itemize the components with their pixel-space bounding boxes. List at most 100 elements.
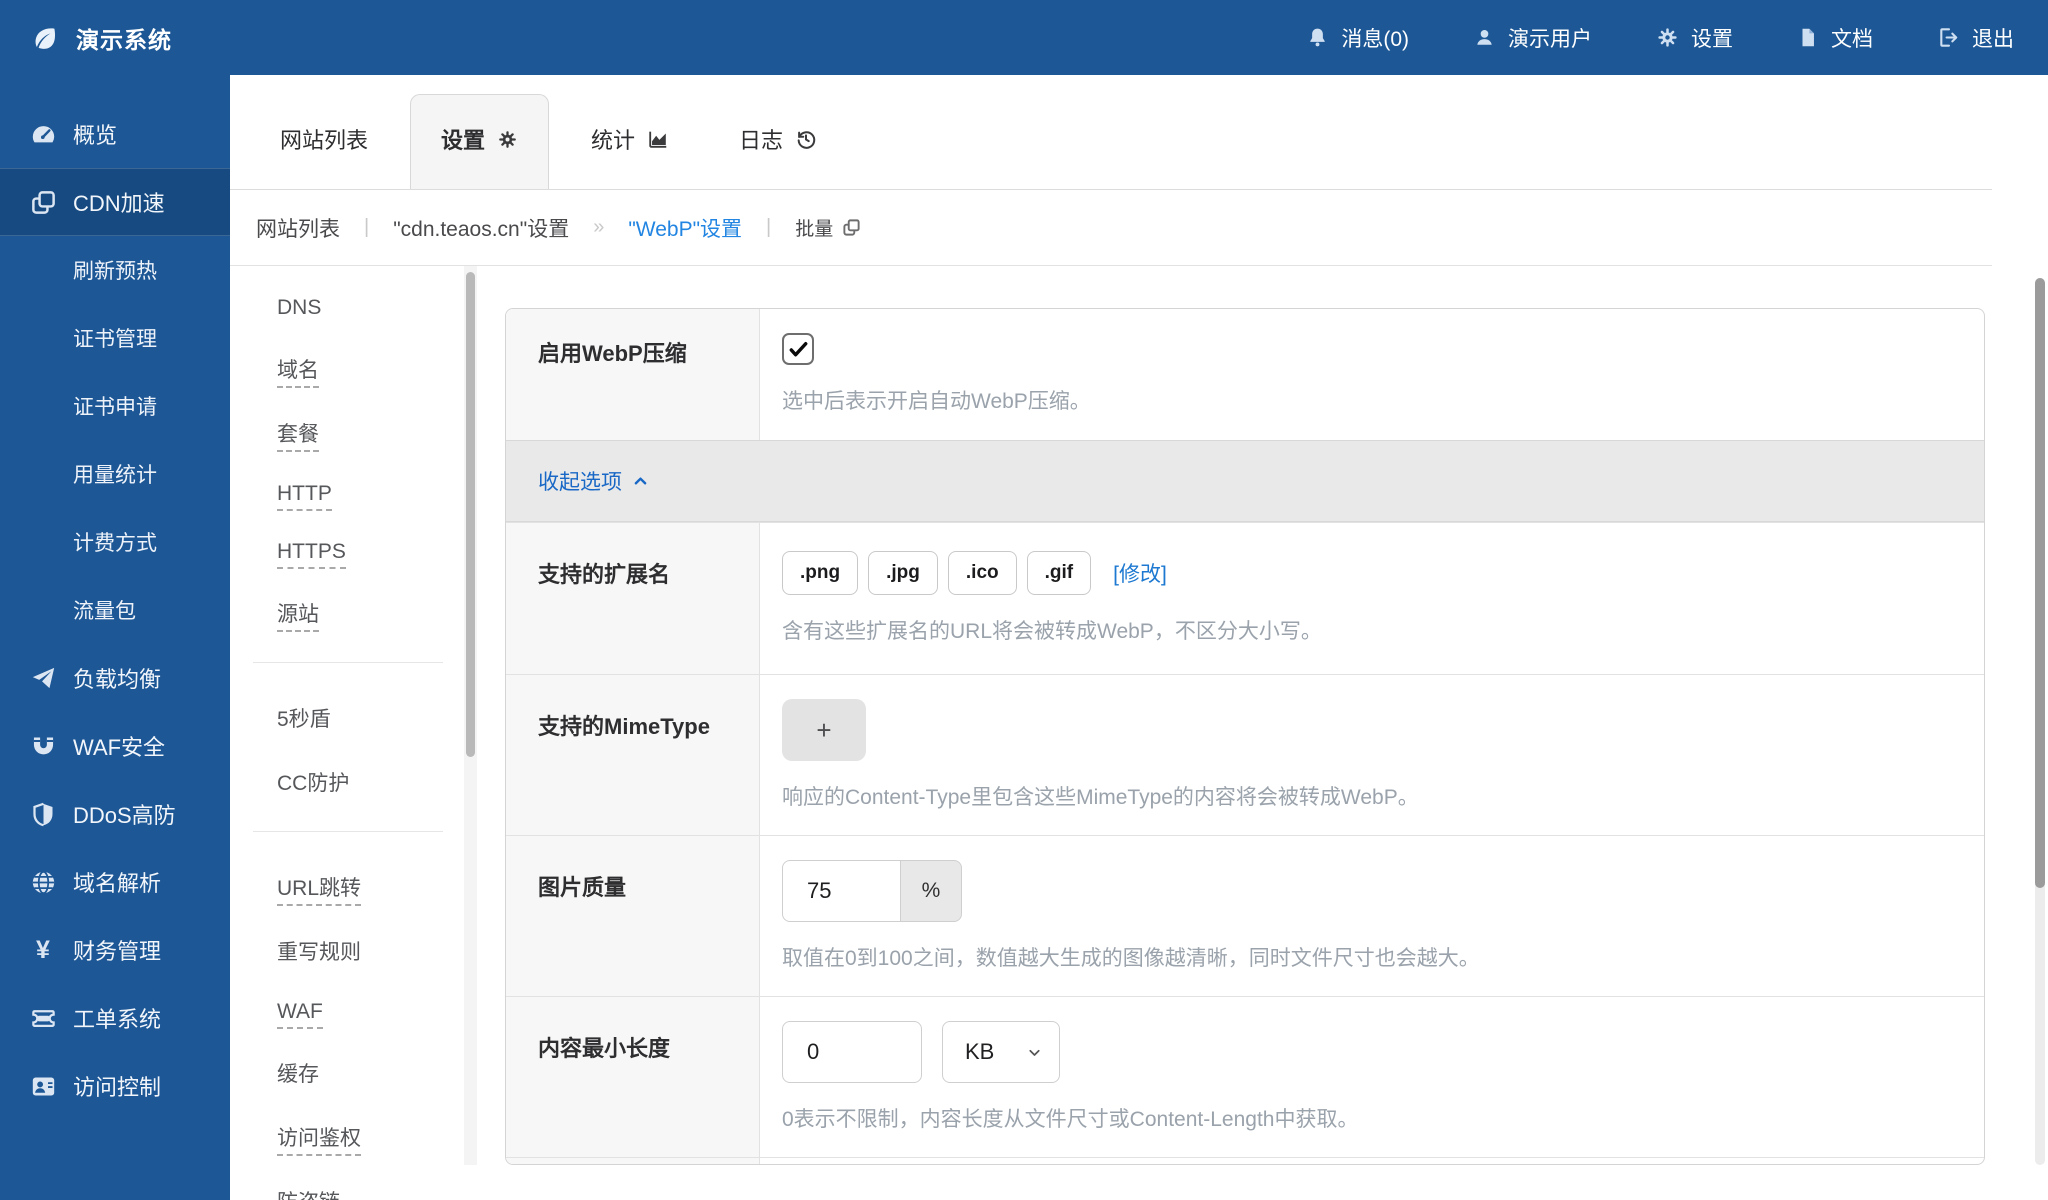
submenu-scrollbar[interactable] (464, 266, 477, 1165)
sidebar-item-finance[interactable]: ¥ 财务管理 (0, 916, 230, 984)
submenu-item-label: 访问鉴权 (277, 1127, 361, 1156)
sidebar-item-label: 访问控制 (73, 1070, 161, 1102)
tab-logs[interactable]: 日志 (711, 123, 845, 189)
tab-label: 统计 (591, 123, 635, 155)
ticket-icon (28, 1005, 58, 1032)
form-row-extensions: 支持的扩展名 .png .jpg .ico .gif [修改] 含有这些扩展名的… (506, 522, 1984, 674)
topbar-logout[interactable]: 退出 (1937, 23, 2014, 53)
brand-name: 演示系统 (76, 21, 172, 55)
topbar-logout-label: 退出 (1972, 23, 2014, 53)
page-scrollbar[interactable] (2035, 278, 2045, 1165)
submenu-item-label: 套餐 (277, 423, 319, 452)
submenu-item-label: WAF (277, 1000, 323, 1029)
sidebar-item-cert-manage[interactable]: 证书管理 (0, 304, 230, 372)
submenu-item-url-redirect[interactable]: URL跳转 (277, 872, 464, 902)
sidebar-item-label: 域名解析 (73, 866, 161, 898)
sidebar-item-label: 负载均衡 (73, 662, 161, 694)
topbar-docs[interactable]: 文档 (1797, 23, 1873, 53)
sidebar-item-access-control[interactable]: 访问控制 (0, 1052, 230, 1120)
chevron-down-icon (1026, 1044, 1043, 1061)
sidebar-item-waf[interactable]: WAF安全 (0, 712, 230, 780)
sidebar-item-load-balancer[interactable]: 负载均衡 (0, 644, 230, 712)
submenu-item-5s-shield[interactable]: 5秒盾 (277, 703, 464, 733)
submenu-item-https[interactable]: HTTPS (277, 540, 464, 564)
gear-icon (1656, 26, 1679, 49)
enable-webp-checkbox[interactable] (782, 333, 814, 365)
breadcrumb-website-list[interactable]: 网站列表 (256, 213, 340, 243)
modify-extensions-link[interactable]: [修改] (1113, 558, 1167, 588)
form-label: 内容最小长度 (506, 997, 760, 1157)
submenu-item-label: HTTPS (277, 540, 346, 569)
topbar-user-label: 演示用户 (1508, 23, 1592, 53)
sidebar-item-cert-apply[interactable]: 证书申请 (0, 372, 230, 440)
sidebar-item-tickets[interactable]: 工单系统 (0, 984, 230, 1052)
dashboard-icon (28, 121, 58, 148)
breadcrumb-site-settings[interactable]: "cdn.teaos.cn"设置 (393, 213, 569, 243)
quality-input[interactable] (782, 860, 900, 922)
min-length-unit-select[interactable]: KB (942, 1021, 1060, 1083)
form-label: 支持的MimeType (506, 675, 760, 835)
sidebar-item-label: CDN加速 (73, 186, 165, 218)
submenu-item-plan[interactable]: 套餐 (277, 418, 464, 448)
sidebar: 概览 CDN加速 刷新预热 证书管理 证书申请 用量统计 计费方式 流量包 负载… (0, 75, 230, 1200)
clone-icon (28, 189, 58, 216)
user-icon (1473, 26, 1496, 49)
tab-statistics[interactable]: 统计 (563, 123, 697, 189)
topbar-settings[interactable]: 设置 (1656, 23, 1733, 53)
topbar-docs-label: 文档 (1831, 23, 1873, 53)
submenu-scrollbar-thumb[interactable] (466, 272, 475, 757)
sidebar-item-traffic-package[interactable]: 流量包 (0, 576, 230, 644)
sidebar-item-label: 计费方式 (73, 527, 157, 557)
breadcrumb-webp-settings[interactable]: "WebP"设置 (628, 213, 742, 243)
min-length-unit-value: KB (965, 1039, 994, 1065)
page-scrollbar-thumb[interactable] (2035, 278, 2045, 888)
submenu-item-label: DNS (277, 296, 321, 319)
sidebar-item-label: 财务管理 (73, 934, 161, 966)
tab-settings[interactable]: 设置 (410, 94, 549, 189)
app-window: 演示系统 消息(0) 演示用户 设置 (0, 0, 2048, 1200)
submenu-item-label: 源站 (277, 603, 319, 632)
sidebar-item-refresh-preheat[interactable]: 刷新预热 (0, 236, 230, 304)
settings-submenu: DNS 域名 套餐 HTTP HTTPS 源站 5秒盾 CC防护 URL跳转 重… (230, 266, 464, 1200)
sidebar-item-label: 证书申请 (73, 391, 157, 421)
sidebar-item-usage-stats[interactable]: 用量统计 (0, 440, 230, 508)
brand[interactable]: 演示系统 (0, 21, 172, 55)
submenu-item-dns[interactable]: DNS (277, 296, 464, 320)
sidebar-item-ddos[interactable]: DDoS高防 (0, 780, 230, 848)
form-row-enable-webp: 启用WebP压缩 选中后表示开启自动WebP压缩。 (506, 309, 1984, 440)
form-label: 图片质量 (506, 836, 760, 996)
submenu-item-cache[interactable]: 缓存 (277, 1058, 464, 1088)
area-chart-icon (647, 128, 669, 150)
breadcrumb-separator: | (766, 216, 771, 239)
topbar-messages[interactable]: 消息(0) (1306, 23, 1409, 53)
form-row-min-length: 内容最小长度 KB 0表示不限制，内容长度从文件尺寸或Content-Lengt… (506, 996, 1984, 1157)
form-description: 选中后表示开启自动WebP压缩。 (782, 385, 1954, 415)
sidebar-item-dns-resolve[interactable]: 域名解析 (0, 848, 230, 916)
submenu-item-hotlink[interactable]: 防盗链 (277, 1186, 464, 1200)
add-mimetype-button[interactable]: + (782, 699, 866, 761)
collapse-options-link[interactable]: 收起选项 (538, 466, 649, 496)
submenu-item-domain[interactable]: 域名 (277, 354, 464, 384)
magnet-icon (28, 733, 58, 760)
breadcrumb-separator: | (364, 216, 369, 239)
submenu-item-auth[interactable]: 访问鉴权 (277, 1122, 464, 1152)
leaf-icon (30, 23, 60, 53)
breadcrumb-batch-button[interactable]: 批量 (795, 214, 861, 241)
sidebar-item-overview[interactable]: 概览 (0, 100, 230, 168)
topbar: 演示系统 消息(0) 演示用户 设置 (0, 0, 2048, 75)
min-length-input[interactable] (782, 1021, 922, 1083)
submenu-item-http[interactable]: HTTP (277, 482, 464, 506)
topbar-user[interactable]: 演示用户 (1473, 23, 1592, 53)
submenu-item-cc-protect[interactable]: CC防护 (277, 767, 464, 797)
extension-tag: .gif (1027, 551, 1092, 595)
tab-label: 网站列表 (280, 123, 368, 155)
submenu-item-rewrite-rules[interactable]: 重写规则 (277, 936, 464, 966)
sidebar-item-cdn[interactable]: CDN加速 (0, 168, 230, 236)
tab-website-list[interactable]: 网站列表 (252, 123, 396, 189)
collapse-options-label: 收起选项 (538, 466, 622, 496)
history-icon (795, 128, 817, 150)
sidebar-item-billing-method[interactable]: 计费方式 (0, 508, 230, 576)
tab-label: 设置 (441, 123, 485, 155)
submenu-item-waf[interactable]: WAF (277, 1000, 464, 1024)
submenu-item-origin[interactable]: 源站 (277, 598, 464, 628)
